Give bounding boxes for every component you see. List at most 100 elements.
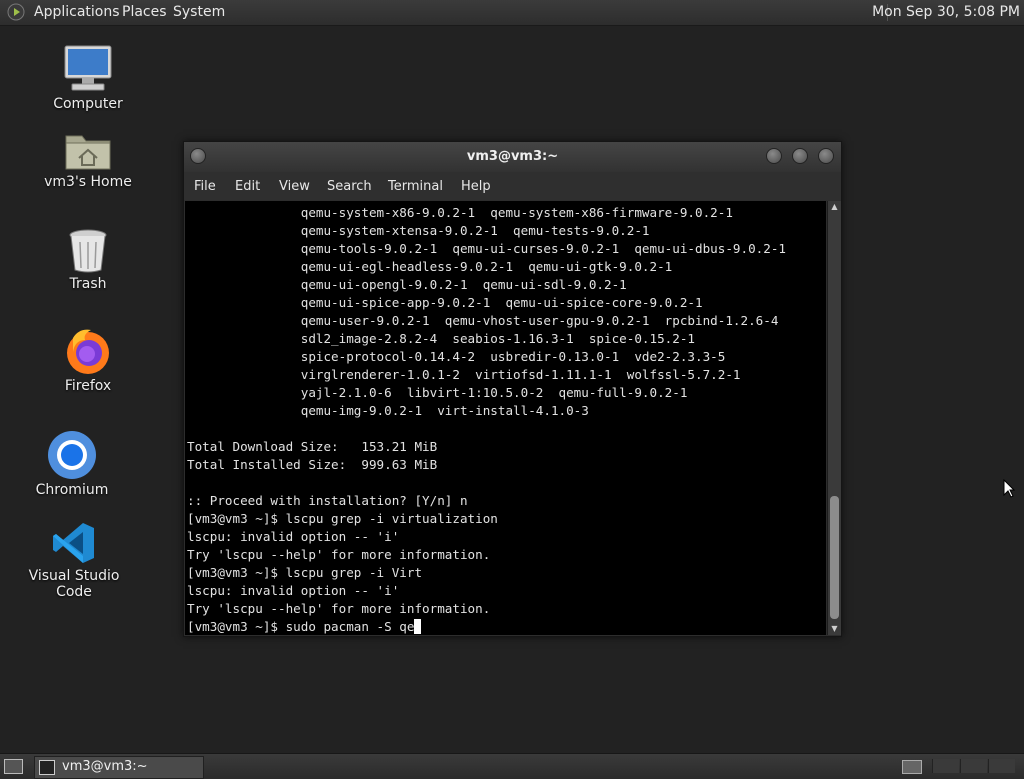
terminal-line-text: Total Installed Size: 999.63 MiB [187, 457, 438, 472]
desktop-icon-computer[interactable]: Computer [28, 44, 148, 112]
terminal-line-text: lscpu: invalid option -- 'i' [187, 529, 400, 544]
top-panel: Applications Places System Mon Sep 30, 5… [0, 0, 1024, 26]
desktop-icon-label: Trash [69, 276, 107, 292]
terminal-line: qemu-user-9.0.2-1 qemu-vhost-user-gpu-9.… [187, 312, 786, 330]
terminal-line-text: qemu-img-9.0.2-1 virt-install-4.1.0-3 [187, 403, 589, 418]
terminal-line: [vm3@vm3 ~]$ sudo pacman -S qe [187, 618, 786, 635]
terminal-line: qemu-system-xtensa-9.0.2-1 qemu-tests-9.… [187, 222, 786, 240]
desktop-icon-vscode[interactable]: Visual Studio Code [14, 520, 134, 600]
menu-help[interactable]: Help [461, 179, 491, 194]
terminal-line-text: [vm3@vm3 ~]$ lscpu grep -i Virt [187, 565, 423, 580]
workspace-1[interactable] [902, 760, 922, 774]
terminal-line: qemu-ui-opengl-9.0.2-1 qemu-ui-sdl-9.0.2… [187, 276, 786, 294]
terminal-menubar: File Edit View Search Terminal Help [184, 172, 841, 200]
terminal-line: :: Proceed with installation? [Y/n] n [187, 492, 786, 510]
maximize-button[interactable] [792, 148, 808, 164]
menu-terminal[interactable]: Terminal [388, 179, 443, 194]
workspace-4[interactable] [988, 759, 1015, 773]
places-menu[interactable]: Places [122, 4, 167, 20]
terminal-line-text: spice-protocol-0.14.4-2 usbredir-0.13.0-… [187, 349, 726, 364]
menu-search[interactable]: Search [327, 179, 372, 194]
menu-edit[interactable]: Edit [235, 179, 260, 194]
terminal-line-text: Try 'lscpu --help' for more information. [187, 547, 491, 562]
minimize-button[interactable] [766, 148, 782, 164]
terminal-line: lscpu: invalid option -- 'i' [187, 582, 786, 600]
close-button[interactable] [818, 148, 834, 164]
workspace-3[interactable] [960, 759, 987, 773]
terminal-icon [39, 760, 55, 775]
terminal-line-text: sdl2_image-2.8.2-4 seabios-1.16.3-1 spic… [187, 331, 695, 346]
terminal-line: [vm3@vm3 ~]$ lscpu grep -i virtualizatio… [187, 510, 786, 528]
terminal-line: lscpu: invalid option -- 'i' [187, 528, 786, 546]
chromium-icon [48, 431, 96, 479]
terminal-line-text: lscpu: invalid option -- 'i' [187, 583, 400, 598]
show-desktop-icon[interactable] [4, 759, 23, 774]
scroll-down-arrow-icon[interactable]: ▼ [828, 623, 841, 635]
terminal-line-text: qemu-system-x86-9.0.2-1 qemu-system-x86-… [187, 205, 733, 220]
menu-view[interactable]: View [279, 179, 310, 194]
desktop-icon-firefox[interactable]: Firefox [28, 326, 148, 394]
desktop-icon-label: Chromium [35, 482, 109, 498]
terminal-line-text: yajl-2.1.0-6 libvirt-1:10.5.0-2 qemu-ful… [187, 385, 688, 400]
desktop-icon-home[interactable]: vm3's Home [28, 128, 148, 190]
terminal-line: qemu-ui-egl-headless-9.0.2-1 qemu-ui-gtk… [187, 258, 786, 276]
terminal-line-text: qemu-ui-spice-app-9.0.2-1 qemu-ui-spice-… [187, 295, 703, 310]
terminal-line: qemu-img-9.0.2-1 virt-install-4.1.0-3 [187, 402, 786, 420]
terminal-line: sdl2_image-2.8.2-4 seabios-1.16.3-1 spic… [187, 330, 786, 348]
desktop-icon-label: Visual Studio Code [28, 568, 120, 600]
terminal-line: Total Installed Size: 999.63 MiB [187, 456, 786, 474]
terminal-line: qemu-system-x86-9.0.2-1 qemu-system-x86-… [187, 204, 786, 222]
terminal-line-text: Total Download Size: 153.21 MiB [187, 439, 438, 454]
firefox-icon [67, 329, 109, 374]
terminal-line: Total Download Size: 153.21 MiB [187, 438, 786, 456]
terminal-output[interactable]: qemu-system-x86-9.0.2-1 qemu-system-x86-… [185, 201, 826, 635]
system-menu[interactable]: System [173, 4, 225, 20]
terminal-line-text: [vm3@vm3 ~]$ lscpu grep -i virtualizatio… [187, 511, 498, 526]
terminal-line-text: :: Proceed with installation? [Y/n] n [187, 493, 468, 508]
taskbar-item-terminal[interactable]: vm3@vm3:~ [34, 756, 204, 779]
terminal-line-text: qemu-ui-opengl-9.0.2-1 qemu-ui-sdl-9.0.2… [187, 277, 627, 292]
applications-logo-icon[interactable] [7, 3, 25, 21]
terminal-line: qemu-ui-spice-app-9.0.2-1 qemu-ui-spice-… [187, 294, 786, 312]
desktop-icon-label: Computer [53, 96, 123, 112]
terminal-line: Try 'lscpu --help' for more information. [187, 546, 786, 564]
terminal-line: qemu-tools-9.0.2-1 qemu-ui-curses-9.0.2-… [187, 240, 786, 258]
terminal-line-text: virglrenderer-1.0.1-2 virtiofsd-1.11.1-1… [187, 367, 741, 382]
mouse-pointer-icon [1003, 479, 1015, 498]
terminal-line-text: qemu-ui-egl-headless-9.0.2-1 qemu-ui-gtk… [187, 259, 673, 274]
terminal-line-text: [vm3@vm3 ~]$ sudo pacman -S qe [187, 619, 415, 634]
window-title: vm3@vm3:~ [466, 149, 559, 164]
applications-menu[interactable]: Applications [34, 4, 120, 20]
terminal-lines: qemu-system-x86-9.0.2-1 qemu-system-x86-… [187, 204, 786, 635]
trash-icon [69, 229, 107, 273]
terminal-line: yajl-2.1.0-6 libvirt-1:10.5.0-2 qemu-ful… [187, 384, 786, 402]
terminal-line: virglrenderer-1.0.1-2 virtiofsd-1.11.1-1… [187, 366, 786, 384]
clock[interactable]: Mon Sep 30, 5:08 PM [872, 4, 1020, 20]
terminal-line-text: qemu-tools-9.0.2-1 qemu-ui-curses-9.0.2-… [187, 241, 786, 256]
workspace-2[interactable] [932, 759, 959, 773]
computer-icon [64, 45, 112, 91]
terminal-line-text: qemu-system-xtensa-9.0.2-1 qemu-tests-9.… [187, 223, 650, 238]
terminal-line-text: Try 'lscpu --help' for more information. [187, 601, 491, 616]
terminal-line: Try 'lscpu --help' for more information. [187, 600, 786, 618]
desktop-icon-trash[interactable]: Trash [28, 228, 148, 292]
terminal-cursor [414, 619, 422, 634]
terminal-line: spice-protocol-0.14.4-2 usbredir-0.13.0-… [187, 348, 786, 366]
vscode-icon [53, 523, 94, 563]
terminal-window[interactable]: vm3@vm3:~ File Edit View Search Terminal… [183, 141, 842, 637]
window-titlebar[interactable]: vm3@vm3:~ [184, 142, 841, 172]
scrollbar-thumb[interactable] [830, 496, 839, 619]
terminal-line-text: qemu-user-9.0.2-1 qemu-vhost-user-gpu-9.… [187, 313, 779, 328]
desktop-icon-label: Firefox [64, 378, 112, 394]
taskbar-item-label: vm3@vm3:~ [62, 759, 148, 774]
desktop-icon-label: vm3's Home [44, 174, 132, 190]
terminal-line: [vm3@vm3 ~]$ lscpu grep -i Virt [187, 564, 786, 582]
menu-file[interactable]: File [194, 179, 216, 194]
scroll-up-arrow-icon[interactable]: ▲ [828, 201, 841, 213]
bottom-panel: vm3@vm3:~ [0, 753, 1024, 779]
home-folder-icon [65, 135, 111, 170]
desktop-icon-chromium[interactable]: Chromium [12, 430, 132, 498]
terminal-scrollbar[interactable]: ▲ ▼ [827, 201, 841, 635]
